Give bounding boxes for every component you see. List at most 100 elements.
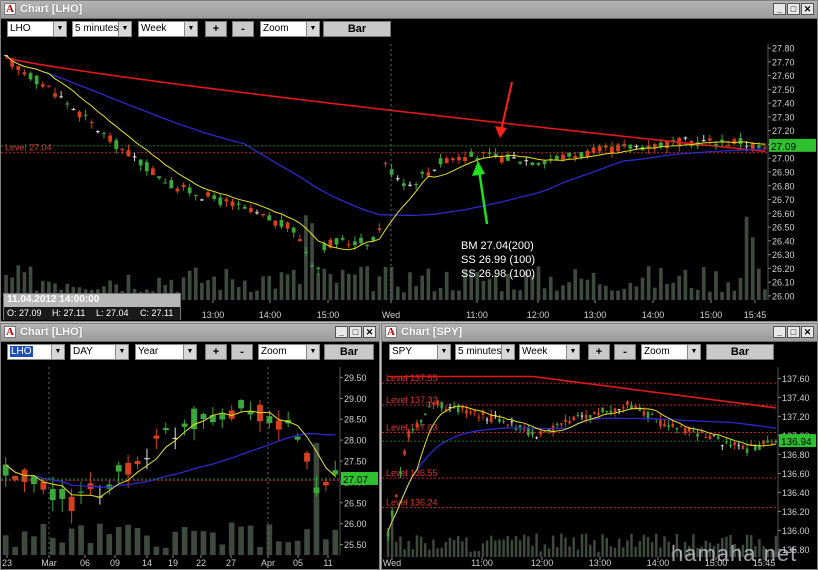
volume-bar: [616, 290, 620, 300]
candle-body: [403, 450, 406, 455]
app-icon: A: [4, 326, 16, 338]
volume-bar: [726, 282, 731, 300]
candle-body: [683, 137, 688, 139]
zoom-select[interactable]: Zoom ▼: [641, 344, 701, 360]
symbol-select[interactable]: LHO ▼: [7, 344, 65, 360]
zoom-value: Zoom: [263, 23, 289, 34]
volume-bar: [144, 535, 150, 555]
volume-bar: [667, 541, 670, 557]
title-bar[interactable]: A Chart [LHO] _ □ ✕: [1, 1, 817, 19]
volume-bar: [671, 282, 675, 300]
candle-body: [218, 197, 223, 205]
candle-body: [181, 184, 186, 188]
time-tick-label: Wed: [382, 310, 400, 320]
candle-body: [692, 430, 695, 432]
candle-body: [498, 418, 501, 422]
volume-bar: [426, 268, 431, 300]
minimize-button[interactable]: _: [335, 326, 348, 338]
volume-bar: [555, 290, 559, 300]
candle-body: [193, 194, 198, 196]
volume-bar: [228, 522, 235, 555]
candle-body: [597, 146, 602, 152]
candle-body: [481, 152, 486, 154]
price-chart[interactable]: 27.8027.7027.6027.5027.4027.3027.2027.10…: [1, 40, 817, 321]
volume-bar: [440, 547, 443, 557]
time-tick-label: 06: [80, 558, 90, 568]
volume-bar: [518, 540, 522, 557]
candle-body: [531, 431, 534, 435]
volume-bar: [485, 540, 489, 557]
chevron-down-icon: ▼: [115, 345, 128, 359]
candle-body: [132, 156, 137, 158]
time-tick-label: 11:00: [466, 310, 488, 320]
candle-body: [407, 430, 410, 438]
candle-body: [485, 419, 489, 421]
volume-bar: [249, 292, 253, 300]
zoom-out-button[interactable]: -: [614, 344, 636, 360]
zoom-in-button[interactable]: +: [205, 21, 227, 37]
zoom-select[interactable]: Zoom ▼: [258, 344, 320, 360]
period-select[interactable]: Week ▼: [519, 344, 580, 360]
candle-body: [683, 428, 687, 434]
volume-bar: [535, 533, 538, 557]
volume-bar: [313, 443, 320, 555]
price-tick-label: 27.80: [772, 44, 795, 54]
volume-bar: [763, 289, 767, 300]
time-tick-label: 05: [293, 558, 303, 568]
maximize-button[interactable]: □: [787, 3, 800, 15]
interval-select[interactable]: DAY ▼: [70, 344, 129, 360]
title-bar[interactable]: A Chart [SPY] _ □ ✕: [382, 324, 817, 342]
volume-bar: [255, 290, 259, 300]
symbol-select[interactable]: LHO ▼: [7, 21, 67, 37]
bar-mode-button[interactable]: Bar: [324, 344, 374, 360]
candle-body: [242, 206, 247, 209]
minimize-button[interactable]: _: [773, 3, 786, 15]
zoom-select[interactable]: Zoom ▼: [260, 21, 320, 37]
candle-body: [144, 458, 150, 460]
zoom-in-button[interactable]: +: [588, 344, 610, 360]
candle-body: [512, 157, 516, 159]
price-chart[interactable]: 29.5029.0028.5028.0027.5027.0026.5026.00…: [1, 363, 379, 569]
volume-bar: [371, 291, 376, 300]
interval-select[interactable]: 5 minutes ▼: [72, 21, 132, 37]
period-select[interactable]: Year ▼: [135, 344, 197, 360]
volume-bar: [714, 271, 718, 300]
period-select[interactable]: Week ▼: [138, 21, 198, 37]
volume-bar: [489, 535, 493, 557]
candle-body: [395, 494, 398, 497]
bar-mode-button[interactable]: Bar: [323, 21, 391, 37]
price-tick-label: 25.50: [344, 540, 367, 550]
minimize-button[interactable]: _: [773, 326, 786, 338]
volume-bar: [346, 273, 351, 300]
bar-mode-button[interactable]: Bar: [706, 344, 774, 360]
title-bar[interactable]: A Chart [LHO] _ □ ✕: [1, 324, 379, 342]
ohlc-low: L: 27.04: [96, 308, 129, 318]
time-tick-label: 13:00: [584, 310, 607, 320]
candle-body: [162, 427, 169, 431]
close-button[interactable]: ✕: [363, 326, 376, 338]
volume-bar: [576, 549, 580, 557]
close-button[interactable]: ✕: [801, 326, 814, 338]
volume-bar: [630, 533, 633, 557]
chevron-down-icon: ▼: [306, 22, 319, 36]
maximize-button[interactable]: □: [349, 326, 362, 338]
interval-select[interactable]: 5 minutes ▼: [455, 344, 515, 360]
volume-bar: [642, 534, 646, 557]
candle-body: [125, 462, 132, 475]
candle-body: [78, 491, 84, 493]
price-tick-label: 136.20: [782, 507, 810, 517]
candle-body: [542, 161, 547, 165]
zoom-out-button[interactable]: -: [232, 21, 254, 37]
volume-bar: [457, 290, 461, 300]
symbol-select[interactable]: SPY ▼: [389, 344, 451, 360]
ohlc-date: 11.04.2012 14:00:00: [7, 294, 100, 305]
close-button[interactable]: ✕: [801, 3, 814, 15]
zoom-out-button[interactable]: -: [231, 344, 253, 360]
volume-bar: [591, 272, 596, 300]
volume-bar: [477, 551, 481, 557]
candle-body: [465, 410, 468, 414]
maximize-button[interactable]: □: [787, 326, 800, 338]
candle-body: [175, 188, 180, 192]
price-chart[interactable]: 137.60137.40137.20137.00136.80136.60136.…: [382, 363, 817, 569]
zoom-in-button[interactable]: +: [205, 344, 227, 360]
